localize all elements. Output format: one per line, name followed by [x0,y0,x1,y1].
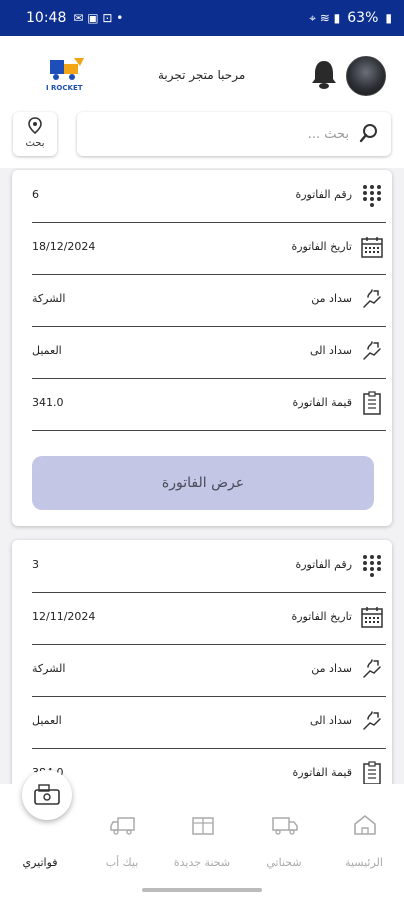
paid-to-value: العميل [32,344,62,357]
bottom-nav: فواتيري بيك أب شحنة جديدة شحناتي الرئيسي… [0,770,404,900]
invoice-date-value: 12/11/2024 [32,610,96,623]
invoice-number-row: 3 رقم الفاتورة [32,540,386,593]
nav-item-shipments[interactable]: شحناتي [252,784,316,884]
clipboard-icon [363,761,381,784]
pickup-truck-icon [110,817,135,835]
location-pin-icon [28,117,42,135]
nav-label-pickup: بيك أب [105,856,139,869]
app-header: I ROCKET مرحبا متجر تجربة [0,36,404,112]
invoice-date-row: 12/11/2024 تاريخ الفاتورة [32,592,386,645]
payment-hand-icon [363,289,381,308]
invoice-date-value: 18/12/2024 [32,240,96,253]
payment-hand-icon [363,659,381,678]
paid-to-row: العميل سداد الى [32,326,386,379]
invoice-number-value: 3 [32,558,39,571]
nav-label-new-shipment: شحنة جديدة [173,856,231,869]
paid-to-label: سداد الى [309,714,352,727]
paid-from-row: الشركة سداد من [32,274,386,327]
greeting-text: مرحبا متجر تجربة [158,68,246,82]
new-shipment-icon [192,817,214,835]
invoice-amount-value: 341.0 [32,396,64,409]
keypad-icon [363,185,381,207]
clock: 10:48 [26,10,67,26]
battery-percent: 63% [347,10,379,26]
paid-from-row: الشركة سداد من [32,644,386,697]
search-row: بحث [0,112,404,168]
avatar[interactable] [346,56,386,96]
calendar-icon [361,607,383,628]
keypad-icon [363,555,381,577]
invoice-amount-label: قيمة الفاتورة [292,766,352,779]
search-button[interactable]: بحث [13,112,57,156]
payment-hand-icon [363,341,381,360]
paid-to-value: العميل [32,714,62,727]
shipments-truck-icon [272,817,298,835]
paid-from-value: الشركة [32,662,66,675]
home-icon [354,815,376,835]
calendar-icon [361,237,383,258]
invoice-number-value: 6 [32,188,39,201]
paid-to-label: سداد الى [309,344,352,357]
nav-item-invoices[interactable]: فواتيري [8,770,72,884]
status-bar: 10:48 ✉ ▣ ⊡ • ⌖ ≋ ▮ 63% ▮ [0,0,404,36]
paid-from-label: سداد من [311,292,352,305]
view-invoice-button[interactable]: عرض الفاتورة [32,456,374,510]
invoices-icon[interactable] [22,770,72,820]
battery-icon: ▮ [385,11,392,25]
search-button-label: بحث [25,138,45,149]
invoice-card: 6 رقم الفاتورة 18/12/2024 تاريخ الفاتورة… [12,170,392,526]
invoice-amount-label: قيمة الفاتورة [292,396,352,409]
clipboard-icon [363,391,381,415]
invoice-amount-row: 341.0 قيمة الفاتورة [32,378,386,431]
invoice-number-row: 6 رقم الفاتورة [32,170,386,223]
nav-label-home: الرئيسية [345,856,383,869]
notification-icons: ✉ ▣ ⊡ • [73,11,124,25]
nav-item-new-shipment[interactable]: شحنة جديدة [170,784,234,884]
paid-to-row: العميل سداد الى [32,696,386,749]
app-logo: I ROCKET [44,54,90,94]
svg-text:I ROCKET: I ROCKET [46,84,83,92]
invoice-date-label: تاريخ الفاتورة [291,610,352,623]
nav-item-home[interactable]: الرئيسية [332,784,396,884]
paid-from-value: الشركة [32,292,66,305]
nav-label-invoices: فواتيري [22,856,58,869]
invoice-list[interactable]: 6 رقم الفاتورة 18/12/2024 تاريخ الفاتورة… [0,168,404,784]
nav-label-shipments: شحناتي [266,856,302,869]
search-input[interactable] [117,118,351,150]
invoice-card: 3 رقم الفاتورة 12/11/2024 تاريخ الفاتورة… [12,540,392,784]
search-icon[interactable] [359,123,379,147]
payment-hand-icon [363,711,381,730]
signal-icons: ⌖ ≋ ▮ [309,11,341,25]
invoice-number-label: رقم الفاتورة [295,188,352,201]
invoice-number-label: رقم الفاتورة [295,558,352,571]
invoice-date-label: تاريخ الفاتورة [291,240,352,253]
search-box[interactable] [77,112,391,156]
nav-item-pickup[interactable]: بيك أب [90,784,154,884]
invoice-amount-row: 384.0 قيمة الفاتورة [32,748,386,784]
invoice-date-row: 18/12/2024 تاريخ الفاتورة [32,222,386,275]
gesture-handle[interactable] [142,888,262,892]
paid-from-label: سداد من [311,662,352,675]
bell-icon[interactable] [310,58,338,90]
